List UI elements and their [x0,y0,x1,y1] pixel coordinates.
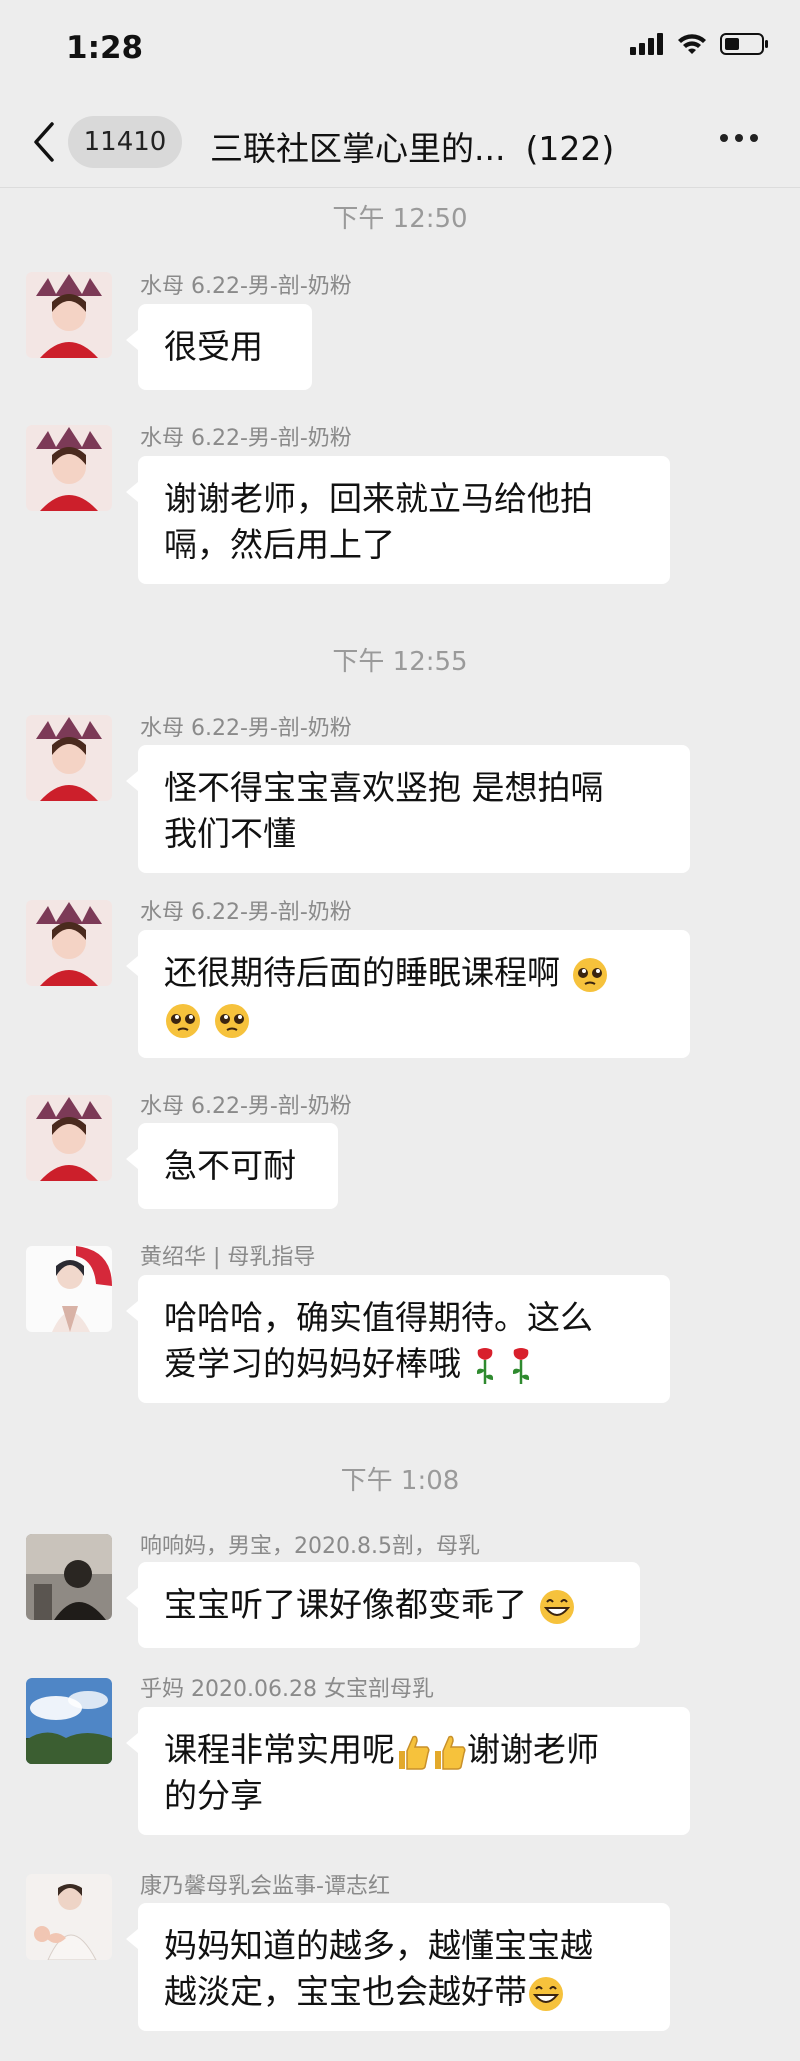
pleading-face-emoji [572,957,607,992]
message-bubble[interactable]: 谢谢老师，回来就立马给他拍 嗝，然后用上了 [126,456,670,584]
message-bubble[interactable]: 急不可耐 [126,1123,338,1209]
message-text: 越淡定，宝宝也会越好带 [164,1972,527,2011]
avatar-image [26,1678,112,1764]
message-text: 还很期待后面的睡眠课程啊 [164,953,560,992]
more-options-button[interactable] [720,134,758,142]
avatar-image [26,425,112,511]
signal-icon [630,33,663,55]
avatar-image [26,272,112,358]
message-line [164,996,664,1042]
avatar-image [26,715,112,801]
avatar-image [26,1874,112,1960]
thumbs-up-emoji [399,1735,430,1770]
sender-name: 黄绍华 | 母乳指导 [140,1245,316,1270]
sender-name: 水母 6.22-男-剖-奶粉 [140,274,352,299]
avatar[interactable] [26,272,112,358]
thumbs-up-emoji [435,1735,466,1770]
wifi-icon [678,34,706,54]
time-divider: 下午 12:50 [332,204,468,234]
message-bubble[interactable]: 怪不得宝宝喜欢竖抱 是想拍嗝 我们不懂 [126,745,690,873]
message-bubble[interactable]: 哈哈哈，确实值得期待。这么 爱学习的妈妈好棒哦 [126,1275,670,1403]
avatar-image [26,900,112,986]
time-divider: 下午 1:08 [340,1466,460,1496]
message-bubble[interactable]: 妈妈知道的越多，越懂宝宝越 越淡定，宝宝也会越好带 [126,1903,670,2031]
avatar[interactable] [26,900,112,986]
more-dot-icon [735,134,743,142]
message-bubble[interactable]: 课程非常实用呢 谢谢老师 的分享 [126,1707,690,1835]
message-text: 谢谢老师 [467,1730,599,1769]
sender-name: 水母 6.22-男-剖-奶粉 [140,900,352,925]
sender-name: 乎妈 2020.06.28 女宝剖母乳 [140,1677,434,1702]
message-bubble[interactable]: 很受用 [126,304,312,390]
rose-emoji [512,1347,530,1384]
pleading-face-emoji [166,1003,200,1038]
status-bar: 1:28 [0,0,800,100]
sender-name: 水母 6.22-男-剖-奶粉 [140,1094,352,1119]
back-arrow-icon[interactable] [28,120,58,164]
avatar[interactable] [26,1678,112,1764]
avatar[interactable] [26,1095,112,1181]
pleading-face-emoji [214,1003,249,1038]
message-bubble[interactable]: 宝宝听了课好像都变乖了 [126,1562,640,1648]
avatar[interactable] [26,425,112,511]
status-icons [630,32,770,56]
avatar-image [26,1534,112,1620]
group-name: 三联社区掌心里的... [210,129,506,168]
message-line: 的分享 [164,1776,263,1815]
message-line: 谢谢老师，回来就立马给他拍 [164,479,593,518]
message-line: 课程非常实用呢 谢谢老师 [164,1727,664,1773]
avatar[interactable] [26,1246,112,1332]
message-text: 爱学习的妈妈好棒哦 [164,1344,461,1383]
member-count: (122) [525,129,615,168]
message-text: 宝宝听了课好像都变乖了 [164,1585,527,1624]
message-line: 嗝，然后用上了 [164,525,395,564]
rose-emoji [476,1347,493,1384]
sender-name: 康乃馨母乳会监事-谭志红 [140,1874,390,1899]
message-line: 哈哈哈，确实值得期待。这么 [164,1298,593,1337]
more-dot-icon [720,134,728,142]
message-line: 妈妈知道的越多，越懂宝宝越 [164,1926,593,1965]
avatar[interactable] [26,1534,112,1620]
grinning-face-emoji [529,1976,563,2011]
message-line: 还很期待后面的睡眠课程啊 [164,950,664,996]
sender-name: 水母 6.22-男-剖-奶粉 [140,716,352,741]
message-text: 课程非常实用呢 [164,1730,395,1769]
message-line: 越淡定，宝宝也会越好带 [164,1969,644,2015]
status-time: 1:28 [66,30,144,66]
message-line: 爱学习的妈妈好棒哦 [164,1341,644,1387]
message-line: 怪不得宝宝喜欢竖抱 是想拍嗝 [164,768,604,807]
message-line: 我们不懂 [164,814,296,853]
avatar-image [26,1246,112,1332]
avatar-image [26,1095,112,1181]
more-dot-icon [750,134,758,142]
chat-title: 三联社区掌心里的... (122) [210,122,614,170]
sender-name: 水母 6.22-男-剖-奶粉 [140,426,352,451]
unread-count-badge[interactable]: 11410 [68,116,182,168]
sender-name: 响响妈，男宝，2020.8.5剖，母乳 [140,1534,480,1559]
grinning-face-emoji [539,1589,574,1624]
message-bubble[interactable]: 还很期待后面的睡眠课程啊 [126,930,690,1058]
avatar[interactable] [26,1874,112,1960]
battery-icon [720,33,768,55]
avatar[interactable] [26,715,112,801]
time-divider: 下午 12:55 [332,647,468,677]
